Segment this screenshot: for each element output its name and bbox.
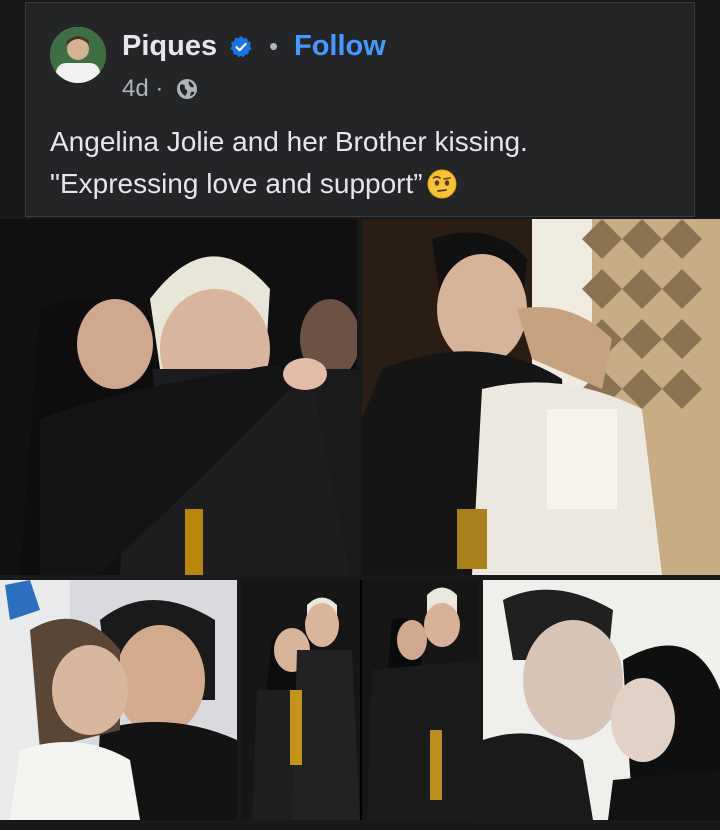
follow-button[interactable]: Follow bbox=[294, 29, 386, 63]
face-with-raised-eyebrow-emoji bbox=[427, 169, 457, 199]
author-avatar[interactable] bbox=[50, 27, 106, 83]
verified-badge-icon bbox=[230, 36, 252, 58]
post-text-line2: "Expressing love and support” bbox=[50, 168, 423, 199]
post-text-line2-wrap: "Expressing love and support” bbox=[50, 163, 670, 205]
post-text: Angelina Jolie and her Brother kissing. … bbox=[50, 121, 670, 205]
photo-5[interactable] bbox=[483, 580, 720, 820]
post-text-line1: Angelina Jolie and her Brother kissing. bbox=[50, 126, 528, 157]
separator-dot: • bbox=[269, 31, 279, 61]
photo-3[interactable] bbox=[0, 580, 237, 820]
post-card: Piques • Follow 4d · Angelina Jolie and … bbox=[25, 2, 695, 217]
photo-1[interactable] bbox=[0, 219, 357, 575]
author-name[interactable]: Piques bbox=[122, 29, 217, 63]
post-timestamp[interactable]: 4d · bbox=[122, 75, 163, 103]
globe-icon[interactable] bbox=[176, 78, 198, 100]
photo-2[interactable] bbox=[362, 219, 720, 575]
photo-4[interactable] bbox=[242, 580, 478, 820]
